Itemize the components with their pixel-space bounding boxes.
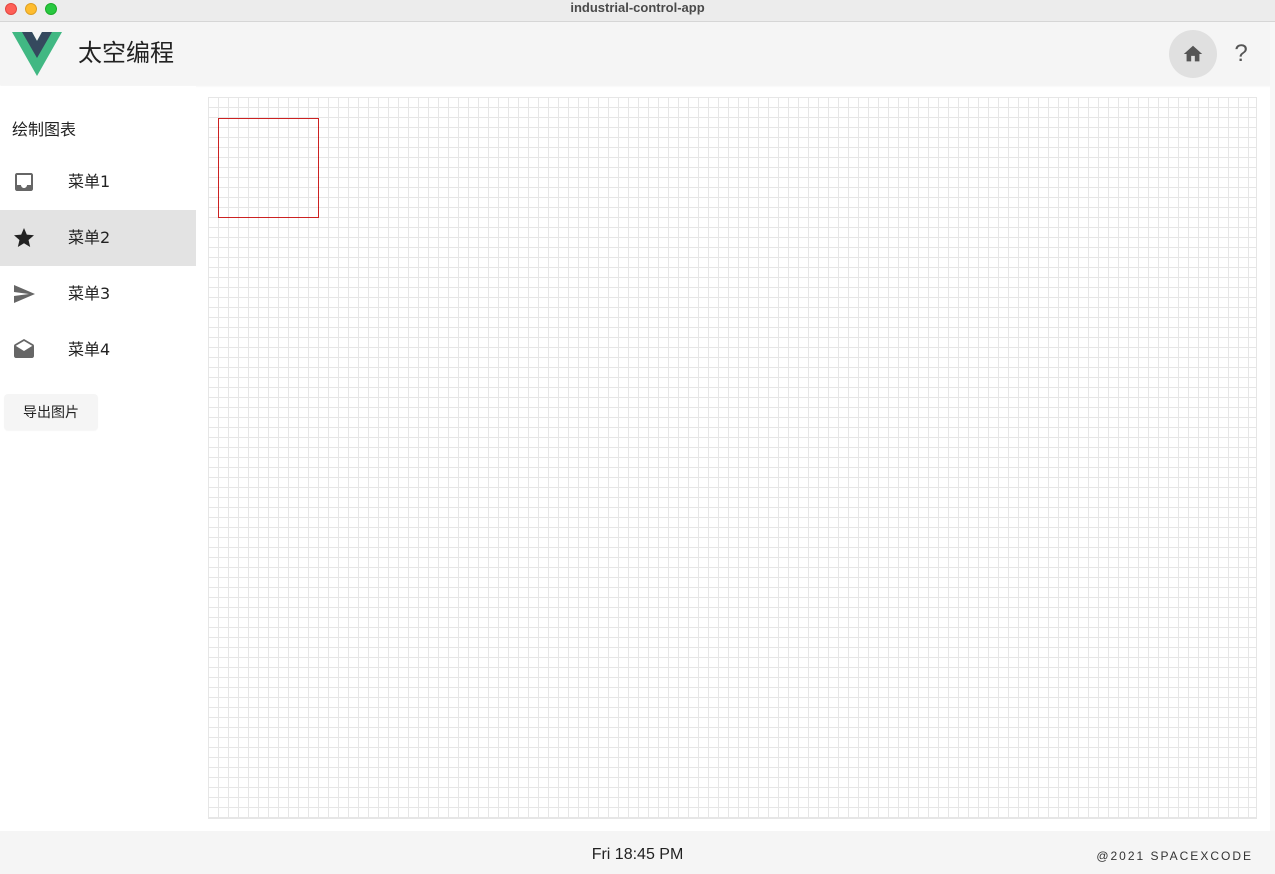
sidebar-item-menu1[interactable]: 菜单1 [0,154,196,210]
vue-logo-icon [12,32,62,76]
home-icon [1183,45,1203,62]
footer-clock: Fri 18:45 PM [591,846,684,863]
app-header: 太空编程 ? [0,22,1275,85]
app-window: industrial-control-app 太空编程 ? 绘制图表 菜单1 菜… [0,0,1275,874]
sidebar-heading: 绘制图表 [12,120,77,139]
canvas-rectangle-shape[interactable] [218,118,319,218]
sidebar-item-label: 菜单2 [68,228,111,247]
mail-open-icon [14,339,34,358]
sidebar-item-menu2[interactable]: 菜单2 [0,210,196,266]
sidebar-item-label: 菜单1 [68,172,111,191]
home-button[interactable] [1169,30,1217,78]
help-button[interactable]: ? [1225,30,1257,78]
star-icon [14,228,34,247]
send-icon [14,285,35,303]
drawing-canvas[interactable] [208,97,1257,819]
footer-copyright: @2021 SPACEXCODE [1096,849,1253,863]
footer: Fri 18:45 PM @2021 SPACEXCODE [0,831,1275,874]
sidebar-item-label: 菜单4 [68,340,111,359]
export-image-button[interactable]: 导出图片 [4,394,98,430]
sidebar-item-label: 菜单3 [68,284,111,303]
window-title: industrial-control-app [570,0,705,15]
help-icon: ? [1234,40,1248,67]
app-title: 太空编程 [78,39,174,67]
sidebar-item-menu4[interactable]: 菜单4 [0,322,196,378]
inbox-icon [15,173,33,191]
sidebar-item-menu3[interactable]: 菜单3 [0,266,196,322]
window-titlebar: industrial-control-app [0,0,1275,22]
window-scrollbar[interactable] [1270,22,1275,832]
sidebar: 绘制图表 菜单1 菜单2 菜单3 菜单4 导出图片 [0,86,196,831]
